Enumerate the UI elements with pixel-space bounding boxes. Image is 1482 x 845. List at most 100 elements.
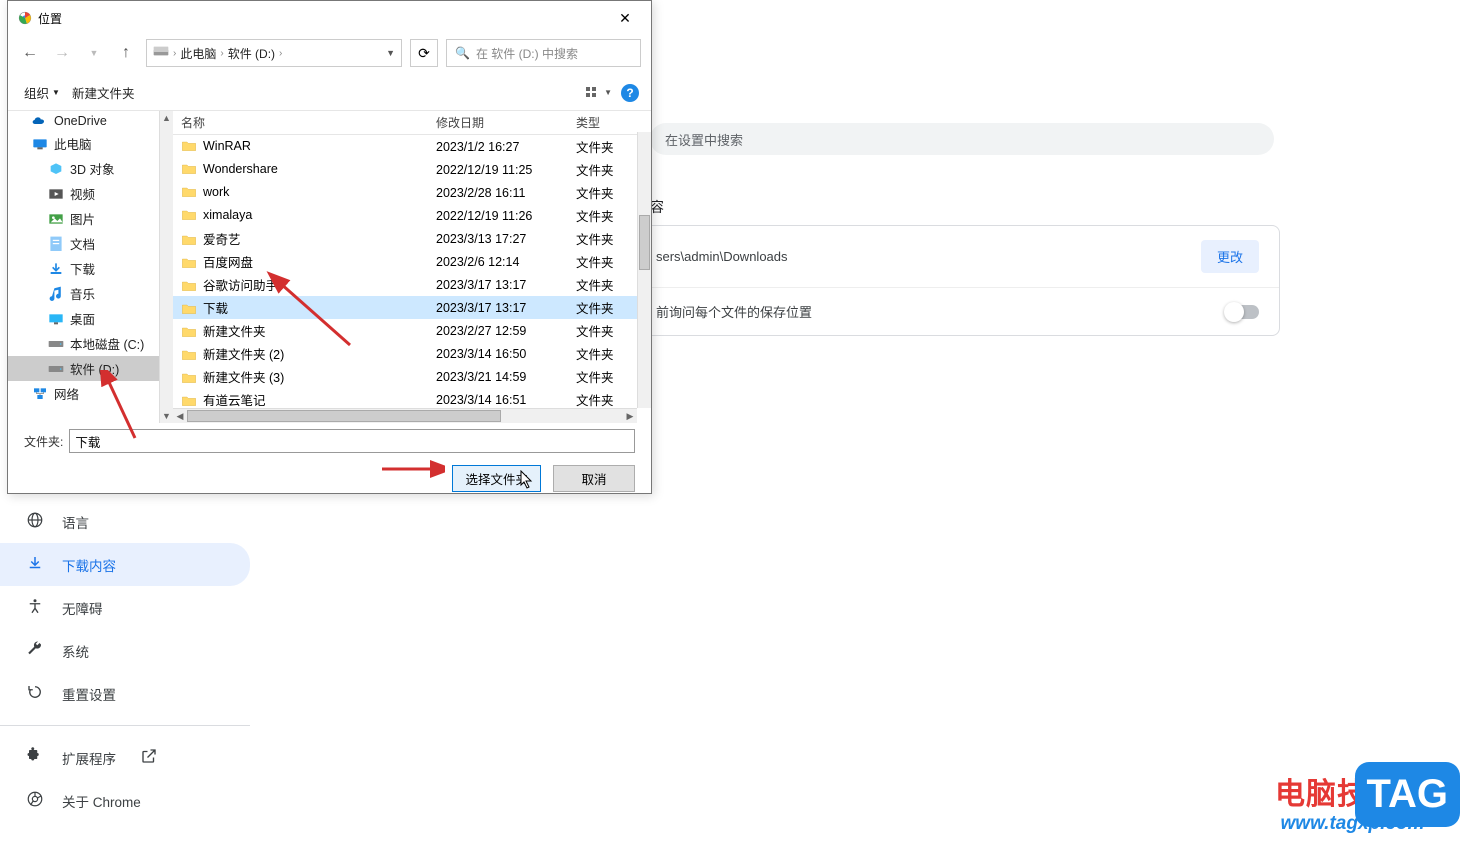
tag-badge: TAG [1355,762,1460,827]
sidebar-item-download[interactable]: 下载内容 [0,543,250,586]
list-hscroll[interactable]: ◀▶ [173,408,637,423]
nav-forward[interactable]: → [50,41,74,65]
sidebar-item-wrench[interactable]: 系统 [0,629,250,672]
search-icon: 🔍 [455,46,470,60]
list-vscroll[interactable] [637,132,651,408]
list-row[interactable]: 百度网盘2023/2/6 12:14文件夹 [173,250,651,273]
tree-scrollbar[interactable]: ▲▼ [159,111,173,423]
tree-item-downloads[interactable]: 下载 [8,256,173,281]
folder-icon [181,372,197,386]
folder-label: 文件夹: [24,433,63,450]
music-icon [48,287,64,301]
dialog-search-placeholder: 在 软件 (D:) 中搜索 [476,45,578,62]
breadcrumb-root[interactable]: 此电脑 [180,45,216,62]
list-row[interactable]: 爱奇艺2023/3/13 17:27文件夹 [173,227,651,250]
folder-icon [181,303,197,317]
search-placeholder: 在设置中搜索 [665,130,743,149]
download-icon [26,554,44,575]
breadcrumb[interactable]: › 此电脑 › 软件 (D:) › ▼ [146,39,402,67]
downloads-icon [48,262,64,276]
list-row[interactable]: 新建文件夹 (3)2023/3/21 14:59文件夹 [173,365,651,388]
documents-icon [48,237,64,251]
tree-item-music[interactable]: 音乐 [8,281,173,306]
cancel-button[interactable]: 取消 [553,465,635,492]
folder-icon [181,234,197,248]
breadcrumb-dropdown[interactable]: ▼ [386,48,395,58]
downloads-card: sers\admin\Downloads 更改 前询问每个文件的保存位置 [635,225,1280,336]
wrench-icon [26,640,44,661]
list-row[interactable]: 新建文件夹 (2)2023/3/14 16:50文件夹 [173,342,651,365]
refresh-button[interactable]: ⟳ [410,39,438,67]
list-row[interactable]: 谷歌访问助手2023/3/17 13:17文件夹 [173,273,651,296]
folder-icon [181,163,197,177]
ask-each-toggle[interactable] [1225,305,1259,319]
view-menu[interactable]: ▼ [581,85,617,101]
dialog-search[interactable]: 🔍 在 软件 (D:) 中搜索 [446,39,641,67]
video-icon [48,187,64,201]
puzzle-icon [26,747,44,768]
folder-icon [181,186,197,200]
close-button[interactable]: ✕ [609,7,641,29]
sidebar-item-globe[interactable]: 语言 [0,500,250,543]
new-folder-button[interactable]: 新建文件夹 [68,81,139,104]
settings-search[interactable]: 在设置中搜索 [650,123,1274,155]
globe-icon [26,511,44,532]
external-icon [140,747,158,768]
col-date[interactable]: 修改日期 [428,111,568,134]
list-row[interactable]: 新建文件夹2023/2/27 12:59文件夹 [173,319,651,342]
folder-input[interactable] [69,429,635,453]
sidebar-item-chrome[interactable]: 关于 Chrome [0,779,250,822]
folder-icon [181,395,197,409]
onedrive-icon [32,114,48,128]
accessibility-icon [26,597,44,618]
list-row[interactable]: Wondershare2022/12/19 11:25文件夹 [173,158,651,181]
drive-icon [48,362,64,376]
3d-icon [48,162,64,176]
list-row[interactable]: WinRAR2023/1/2 16:27文件夹 [173,135,651,158]
drive-icon [153,46,169,60]
sidebar-item-reset[interactable]: 重置设置 [0,672,250,715]
tree-item-pictures[interactable]: 图片 [8,206,173,231]
pictures-icon [48,212,64,226]
tree-item-network[interactable]: 网络 [8,381,173,406]
chrome-icon [18,11,32,25]
desktop-icon [48,312,64,326]
folder-picker-dialog: 位置 ✕ ← → ▼ ↑ › 此电脑 › 软件 (D:) › ▼ ⟳ 🔍 在 软… [7,0,652,494]
nav-up[interactable]: ↑ [114,41,138,65]
sidebar-item-accessibility[interactable]: 无障碍 [0,586,250,629]
col-type[interactable]: 类型 [568,111,651,134]
change-button[interactable]: 更改 [1201,240,1259,273]
tree-item-3d[interactable]: 3D 对象 [8,156,173,181]
breadcrumb-drive[interactable]: 软件 (D:) [228,45,275,62]
tree-item-documents[interactable]: 文档 [8,231,173,256]
tree-item-drive[interactable]: 本地磁盘 (C:) [8,331,173,356]
tree-item-onedrive[interactable]: OneDrive [8,111,173,131]
list-row[interactable]: 下载2023/3/17 13:17文件夹 [173,296,651,319]
folder-icon [181,257,197,271]
folder-icon [181,209,197,223]
tree-item-desktop[interactable]: 桌面 [8,306,173,331]
network-icon [32,387,48,401]
chrome-icon [26,790,44,811]
tree-item-pc[interactable]: 此电脑 [8,131,173,156]
tree-item-video[interactable]: 视频 [8,181,173,206]
list-row[interactable]: ximalaya2022/12/19 11:26文件夹 [173,204,651,227]
dialog-title: 位置 [38,10,62,27]
pc-icon [32,137,48,151]
nav-recent[interactable]: ▼ [82,41,106,65]
folder-icon [181,140,197,154]
drive-icon [48,337,64,351]
tree-item-drive[interactable]: 软件 (D:) [8,356,173,381]
select-folder-button[interactable]: 选择文件夹 [452,465,541,492]
help-icon[interactable]: ? [621,84,639,102]
download-path-cut: sers\admin\Downloads [656,249,788,264]
downloads-heading-cut: 容 [650,197,664,217]
organize-menu[interactable]: 组织▼ [20,81,64,104]
sidebar-item-puzzle[interactable]: 扩展程序 [0,736,250,779]
folder-icon [181,326,197,340]
list-row[interactable]: work2023/2/28 16:11文件夹 [173,181,651,204]
col-name[interactable]: 名称 [173,111,428,134]
nav-back[interactable]: ← [18,41,42,65]
folder-icon [181,349,197,363]
reset-icon [26,683,44,704]
